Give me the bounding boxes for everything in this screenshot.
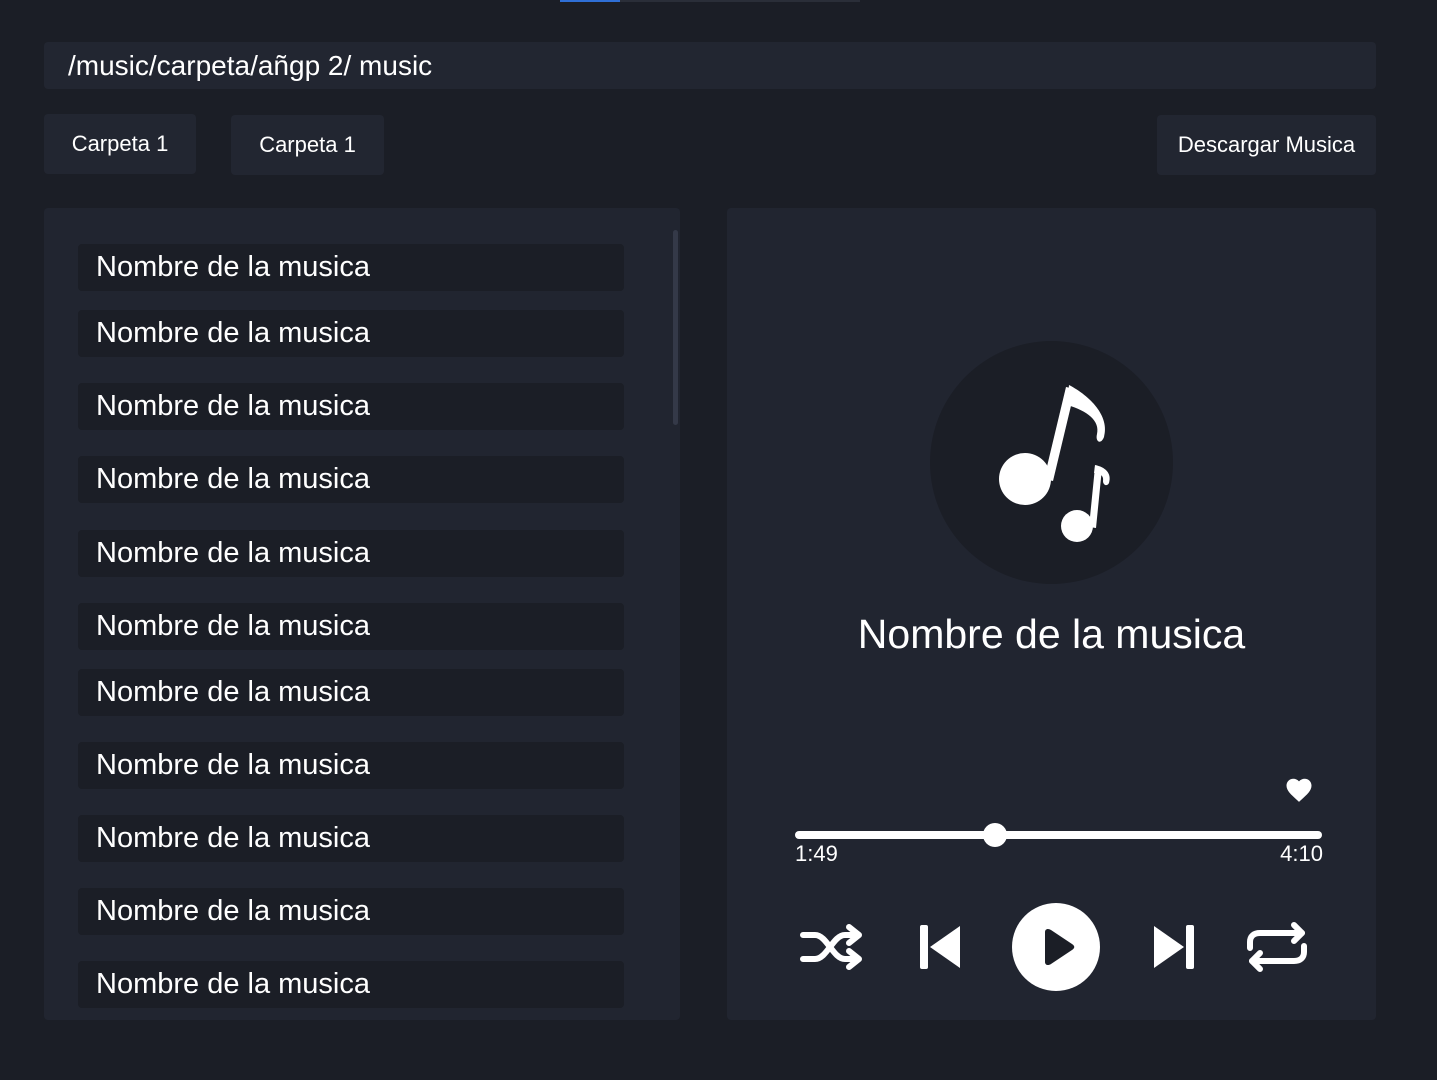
heart-icon[interactable] bbox=[1284, 775, 1314, 805]
track-item[interactable]: Nombre de la musica bbox=[78, 383, 624, 430]
now-playing-title: Nombre de la musica bbox=[857, 611, 1246, 657]
elapsed-time: 1:49 bbox=[795, 841, 838, 866]
track-item[interactable]: Nombre de la musica bbox=[78, 669, 624, 716]
path-bar[interactable]: /music/carpeta/añgp 2/ music bbox=[44, 42, 1376, 89]
track-item[interactable]: Nombre de la musica bbox=[78, 888, 624, 935]
skip-previous-icon[interactable] bbox=[918, 922, 962, 972]
progress-slider[interactable] bbox=[795, 820, 1322, 850]
player-panel: Nombre de la musica 1:49 4:10 bbox=[727, 208, 1376, 1020]
progress-thumb[interactable] bbox=[983, 823, 1008, 847]
folder-button-1[interactable]: Carpeta 1 bbox=[44, 114, 196, 174]
track-list-scrollbar[interactable] bbox=[673, 230, 678, 425]
track-list-panel: Nombre de la musica Nombre de la musica … bbox=[44, 208, 680, 1020]
music-notes-icon bbox=[999, 385, 1110, 542]
skip-next-icon[interactable] bbox=[1152, 922, 1196, 972]
track-item[interactable]: Nombre de la musica bbox=[78, 244, 624, 291]
track-item[interactable]: Nombre de la musica bbox=[78, 530, 624, 577]
track-item[interactable]: Nombre de la musica bbox=[78, 815, 624, 862]
download-music-button[interactable]: Descargar Musica bbox=[1157, 115, 1376, 175]
folder-button-2[interactable]: Carpeta 1 bbox=[231, 115, 384, 175]
track-item[interactable]: Nombre de la musica bbox=[78, 603, 624, 650]
track-item[interactable]: Nombre de la musica bbox=[78, 961, 624, 1008]
shuffle-icon[interactable] bbox=[799, 922, 865, 972]
total-time: 4:10 bbox=[1280, 841, 1323, 866]
repeat-icon[interactable] bbox=[1244, 920, 1310, 974]
track-item[interactable]: Nombre de la musica bbox=[78, 742, 624, 789]
album-art bbox=[930, 341, 1173, 584]
play-icon[interactable] bbox=[1011, 902, 1101, 992]
top-tab-active-indicator bbox=[560, 0, 620, 2]
track-item[interactable]: Nombre de la musica bbox=[78, 456, 624, 503]
track-item[interactable]: Nombre de la musica bbox=[78, 310, 624, 357]
progress-track bbox=[795, 831, 1322, 839]
